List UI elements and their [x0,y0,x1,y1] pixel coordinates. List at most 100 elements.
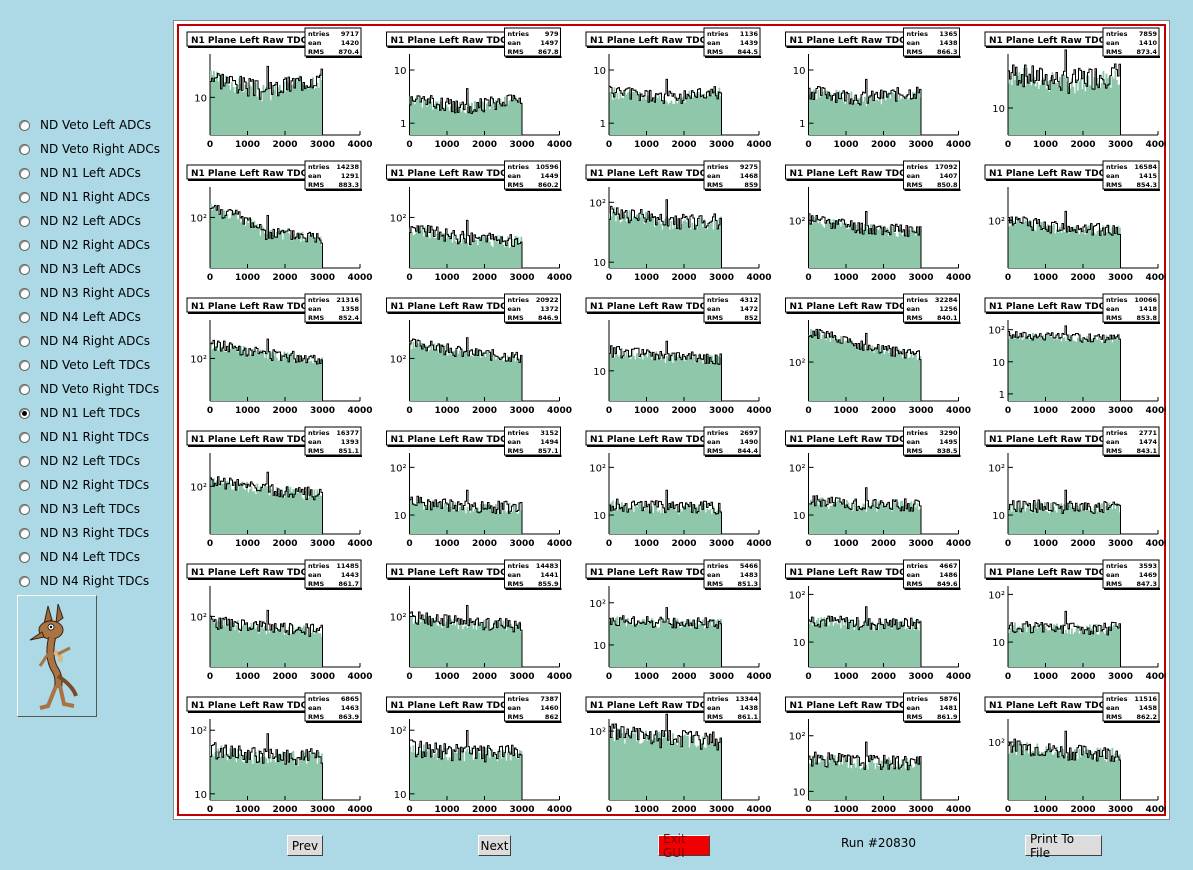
x-tick-label: 4000 [547,672,572,682]
stats-label: ntries [1106,695,1128,703]
radio-button[interactable] [19,575,30,587]
radio-button[interactable] [19,239,30,251]
radio-option[interactable]: ND Veto Right TDCs [14,377,164,401]
histogram-title: N1 Plane Left Raw TDC 17 [590,435,722,445]
y-tick-label: 10 [394,790,407,801]
x-tick-label: 1000 [235,273,260,283]
radio-button[interactable] [19,143,30,155]
radio-button[interactable] [19,215,30,227]
radio-option[interactable]: ND N1 Right TDCs [14,425,164,449]
histogram-title: N1 Plane Left Raw TDC 4 [989,36,1115,46]
radio-button[interactable] [19,527,30,539]
x-tick-label: 4000 [347,273,372,283]
y-tick-label: 10² [390,213,407,224]
x-tick-label: 2000 [871,406,896,416]
radio-option[interactable]: ND N2 Left ADCs [14,209,164,233]
x-tick-label: 0 [805,406,811,416]
x-tick-label: 1000 [235,140,260,150]
radio-button[interactable] [19,335,30,347]
radio-button[interactable] [19,359,30,371]
radio-option[interactable]: ND N1 Left TDCs [14,401,164,425]
histogram-title: N1 Plane Left Raw TDC 12 [590,302,722,312]
stats-label: RMS [308,48,324,56]
radio-option[interactable]: ND Veto Left TDCs [14,353,164,377]
y-tick-label: 10² [988,738,1005,749]
radio-button[interactable] [19,167,30,179]
radio-option[interactable]: ND N4 Right TDCs [14,569,164,593]
stats-value: 1494 [540,438,559,446]
coyote-logo-icon[interactable] [17,595,97,717]
histogram-title: N1 Plane Left Raw TDC 29 [989,701,1121,711]
x-tick-label: 1000 [833,672,858,682]
radio-option[interactable]: ND Veto Left ADCs [14,113,164,137]
radio-option[interactable]: ND N2 Left TDCs [14,449,164,473]
x-tick-label: 1000 [434,539,459,549]
stats-value: 1483 [740,571,758,579]
radio-option[interactable]: ND N3 Right ADCs [14,281,164,305]
radio-option[interactable]: ND N2 Right TDCs [14,473,164,497]
x-tick-label: 3000 [310,406,335,416]
next-button[interactable]: Next [478,835,511,856]
x-tick-label: 2000 [671,273,696,283]
stats-label: RMS [308,314,324,322]
stats-label: ntries [707,30,729,38]
radio-option[interactable]: ND N4 Left TDCs [14,545,164,569]
y-tick-label: 10² [390,612,407,623]
radio-option[interactable]: ND N3 Left TDCs [14,497,164,521]
radio-label: ND N1 Right TDCs [40,430,150,444]
radio-option[interactable]: ND N1 Left ADCs [14,161,164,185]
y-tick-label: 10² [789,590,806,601]
radio-option[interactable]: ND N4 Left ADCs [14,305,164,329]
radio-option[interactable]: ND N4 Right ADCs [14,329,164,353]
print-to-file-button[interactable]: Print To File [1025,832,1102,860]
radio-button[interactable] [19,383,30,395]
x-tick-label: 2000 [272,406,297,416]
x-tick-label: 2000 [671,406,696,416]
radio-button-selected[interactable] [19,407,30,419]
radio-button[interactable] [19,287,30,299]
stats-label: RMS [508,580,524,588]
histogram-panel: 0 1000 2000 3000 4000 10 N1 Plane Left Raw TDC… [186,27,373,150]
radio-option[interactable]: ND N1 Right ADCs [14,185,164,209]
histogram-title: N1 Plane Left Raw TDC 14 [989,302,1121,312]
stats-label: RMS [907,713,923,721]
x-tick-label: 0 [1005,273,1011,283]
exit-gui-button[interactable]: Exit GUI [658,832,710,860]
radio-option[interactable]: ND N2 Right ADCs [14,233,164,257]
y-tick-label: 10 [992,511,1005,522]
radio-button[interactable] [19,119,30,131]
radio-button[interactable] [19,431,30,443]
radio-option[interactable]: ND N3 Right TDCs [14,521,164,545]
histogram-panel: 0 1000 2000 3000 4000 10² 10 N1 Plane Left Raw … [386,692,572,815]
x-tick-label: 2000 [472,273,497,283]
x-tick-label: 2000 [272,539,297,549]
histogram-title: N1 Plane Left Raw TDC 28 [790,701,922,711]
stats-label: ean [707,704,721,712]
histogram-title: N1 Plane Left Raw TDC 20 [191,568,323,578]
stats-label: ean [308,571,322,579]
stats-value: 1495 [939,438,958,446]
y-tick-label: 10 [593,511,606,522]
stats-value: 854.3 [1136,181,1157,189]
stats-value: 1490 [740,438,759,446]
prev-button[interactable]: Prev [287,835,323,856]
radio-option[interactable]: ND N3 Left ADCs [14,257,164,281]
x-tick-label: 3000 [908,273,933,283]
radio-button[interactable] [19,479,30,491]
radio-button[interactable] [19,551,30,563]
radio-button[interactable] [19,263,30,275]
radio-button[interactable] [19,455,30,467]
stats-label: ntries [308,30,330,38]
histogram-grid[interactable]: 0 1000 2000 3000 4000 10 N1 Plane Left Raw TDC… [179,26,1171,816]
histogram-panel: 0 1000 2000 3000 4000 10² 10 N1 Plane Left Raw … [585,559,772,682]
radio-button[interactable] [19,311,30,323]
stats-value: 1460 [540,704,559,712]
x-tick-label: 4000 [547,805,572,815]
radio-button[interactable] [19,503,30,515]
radio-button[interactable] [19,191,30,203]
y-tick-label: 10 [992,638,1005,649]
stats-value: 11516 [1134,695,1157,703]
radio-option[interactable]: ND Veto Right ADCs [14,137,164,161]
x-tick-label: 3000 [1108,672,1133,682]
stats-value: 1486 [939,571,958,579]
